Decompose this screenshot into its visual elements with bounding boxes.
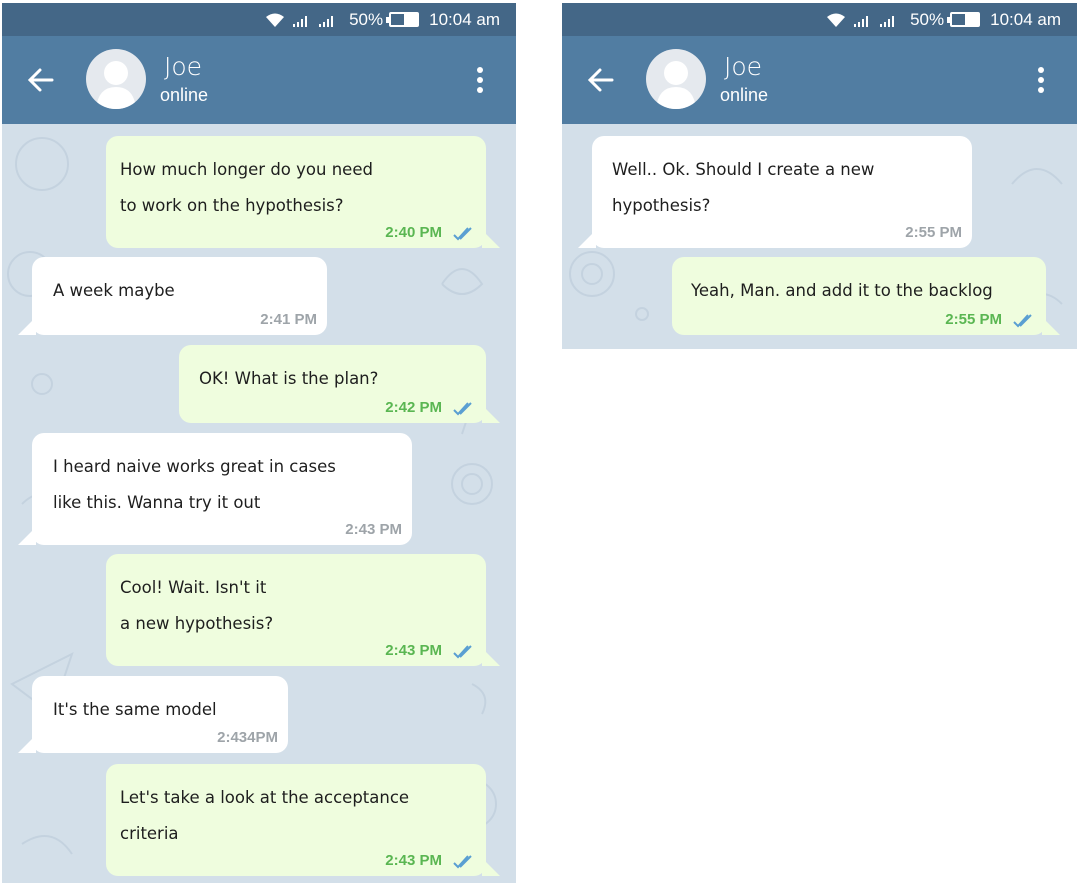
message-bubble-incoming[interactable]: A week maybe 2:41 PM — [18, 257, 327, 335]
more-vertical-icon[interactable] — [1037, 66, 1045, 94]
chat-screen-1: 50% 10:04 am Joe online How much longer … — [2, 3, 516, 883]
arrow-left-icon[interactable] — [586, 65, 616, 95]
battery-icon — [947, 12, 981, 27]
message-text: I heard naive works great in cases like … — [53, 457, 336, 512]
wifi-icon — [266, 13, 285, 27]
message-text: It's the same model — [53, 700, 217, 719]
message-time: 2:55 PM — [945, 311, 1002, 328]
more-vertical-icon[interactable] — [476, 66, 484, 94]
message-text: Let's take a look at the acceptance crit… — [120, 788, 410, 843]
user-avatar-icon[interactable] — [646, 49, 706, 109]
contact-status: online — [720, 85, 769, 105]
signal-icon — [319, 15, 334, 27]
chat-screen-2: 50% 10:04 am Joe online Well.. Ok. Shoul… — [562, 3, 1077, 349]
battery-percent: 50% — [349, 9, 384, 29]
message-bubble-incoming[interactable]: It's the same model 2:434PM — [18, 676, 288, 753]
double-check-icon — [453, 227, 472, 241]
message-text: How much longer do you need to work on t… — [120, 160, 373, 215]
status-bar: 50% 10:04 am — [562, 3, 1077, 36]
message-text: Cool! Wait. Isn't it a new hypothesis? — [120, 578, 274, 633]
message-time: 2:40 PM — [385, 224, 442, 241]
wifi-icon — [827, 13, 846, 27]
message-bubble-outgoing[interactable]: Cool! Wait. Isn't it a new hypothesis? 2… — [106, 554, 500, 666]
message-time: 2:43 PM — [345, 521, 402, 538]
battery-percent: 50% — [910, 9, 945, 29]
battery-level — [965, 14, 979, 25]
message-list[interactable]: Well.. Ok. Should I create a new hypothe… — [562, 124, 1077, 349]
message-time: 2:41 PM — [260, 311, 317, 328]
message-time: 2:43 PM — [385, 852, 442, 869]
message-text: Well.. Ok. Should I create a new hypothe… — [612, 160, 875, 215]
signal-icon — [293, 15, 308, 27]
message-bubble-outgoing[interactable]: How much longer do you need to work on t… — [106, 136, 500, 248]
contact-status: online — [160, 85, 209, 105]
double-check-icon — [1013, 314, 1032, 328]
contact-name[interactable]: Joe — [164, 52, 202, 81]
message-bubble-incoming[interactable]: I heard naive works great in cases like … — [18, 433, 412, 545]
double-check-icon — [453, 645, 472, 659]
double-check-icon — [453, 402, 472, 416]
clock: 10:04 am — [990, 9, 1061, 29]
message-bubble-outgoing[interactable]: OK! What is the plan? 2:42 PM — [179, 345, 500, 423]
message-bubble-outgoing[interactable]: Yeah, Man. and add it to the backlog 2:5… — [672, 257, 1060, 335]
battery-icon — [386, 12, 420, 27]
message-bubble-incoming[interactable]: Well.. Ok. Should I create a new hypothe… — [578, 136, 972, 248]
message-text: Yeah, Man. and add it to the backlog — [691, 281, 993, 300]
message-time: 2:55 PM — [905, 224, 962, 241]
message-text: OK! What is the plan? — [199, 369, 379, 388]
chat-header: Joe online — [562, 36, 1077, 124]
message-bubble-outgoing[interactable]: Let's take a look at the acceptance crit… — [106, 764, 500, 876]
double-check-icon — [453, 855, 472, 869]
arrow-left-icon[interactable] — [26, 65, 56, 95]
signal-icon — [880, 15, 895, 27]
user-avatar-icon[interactable] — [86, 49, 146, 109]
message-time: 2:43 PM — [385, 642, 442, 659]
message-time: 2:434PM — [217, 729, 278, 746]
chat-header: Joe online — [2, 36, 516, 124]
battery-level — [404, 14, 418, 25]
message-text: A week maybe — [53, 281, 175, 300]
message-list[interactable]: How much longer do you need to work on t… — [2, 124, 516, 883]
contact-name[interactable]: Joe — [724, 52, 762, 81]
clock: 10:04 am — [429, 9, 500, 29]
status-bar: 50% 10:04 am — [2, 3, 516, 36]
signal-icon — [854, 15, 869, 27]
message-time: 2:42 PM — [385, 399, 442, 416]
